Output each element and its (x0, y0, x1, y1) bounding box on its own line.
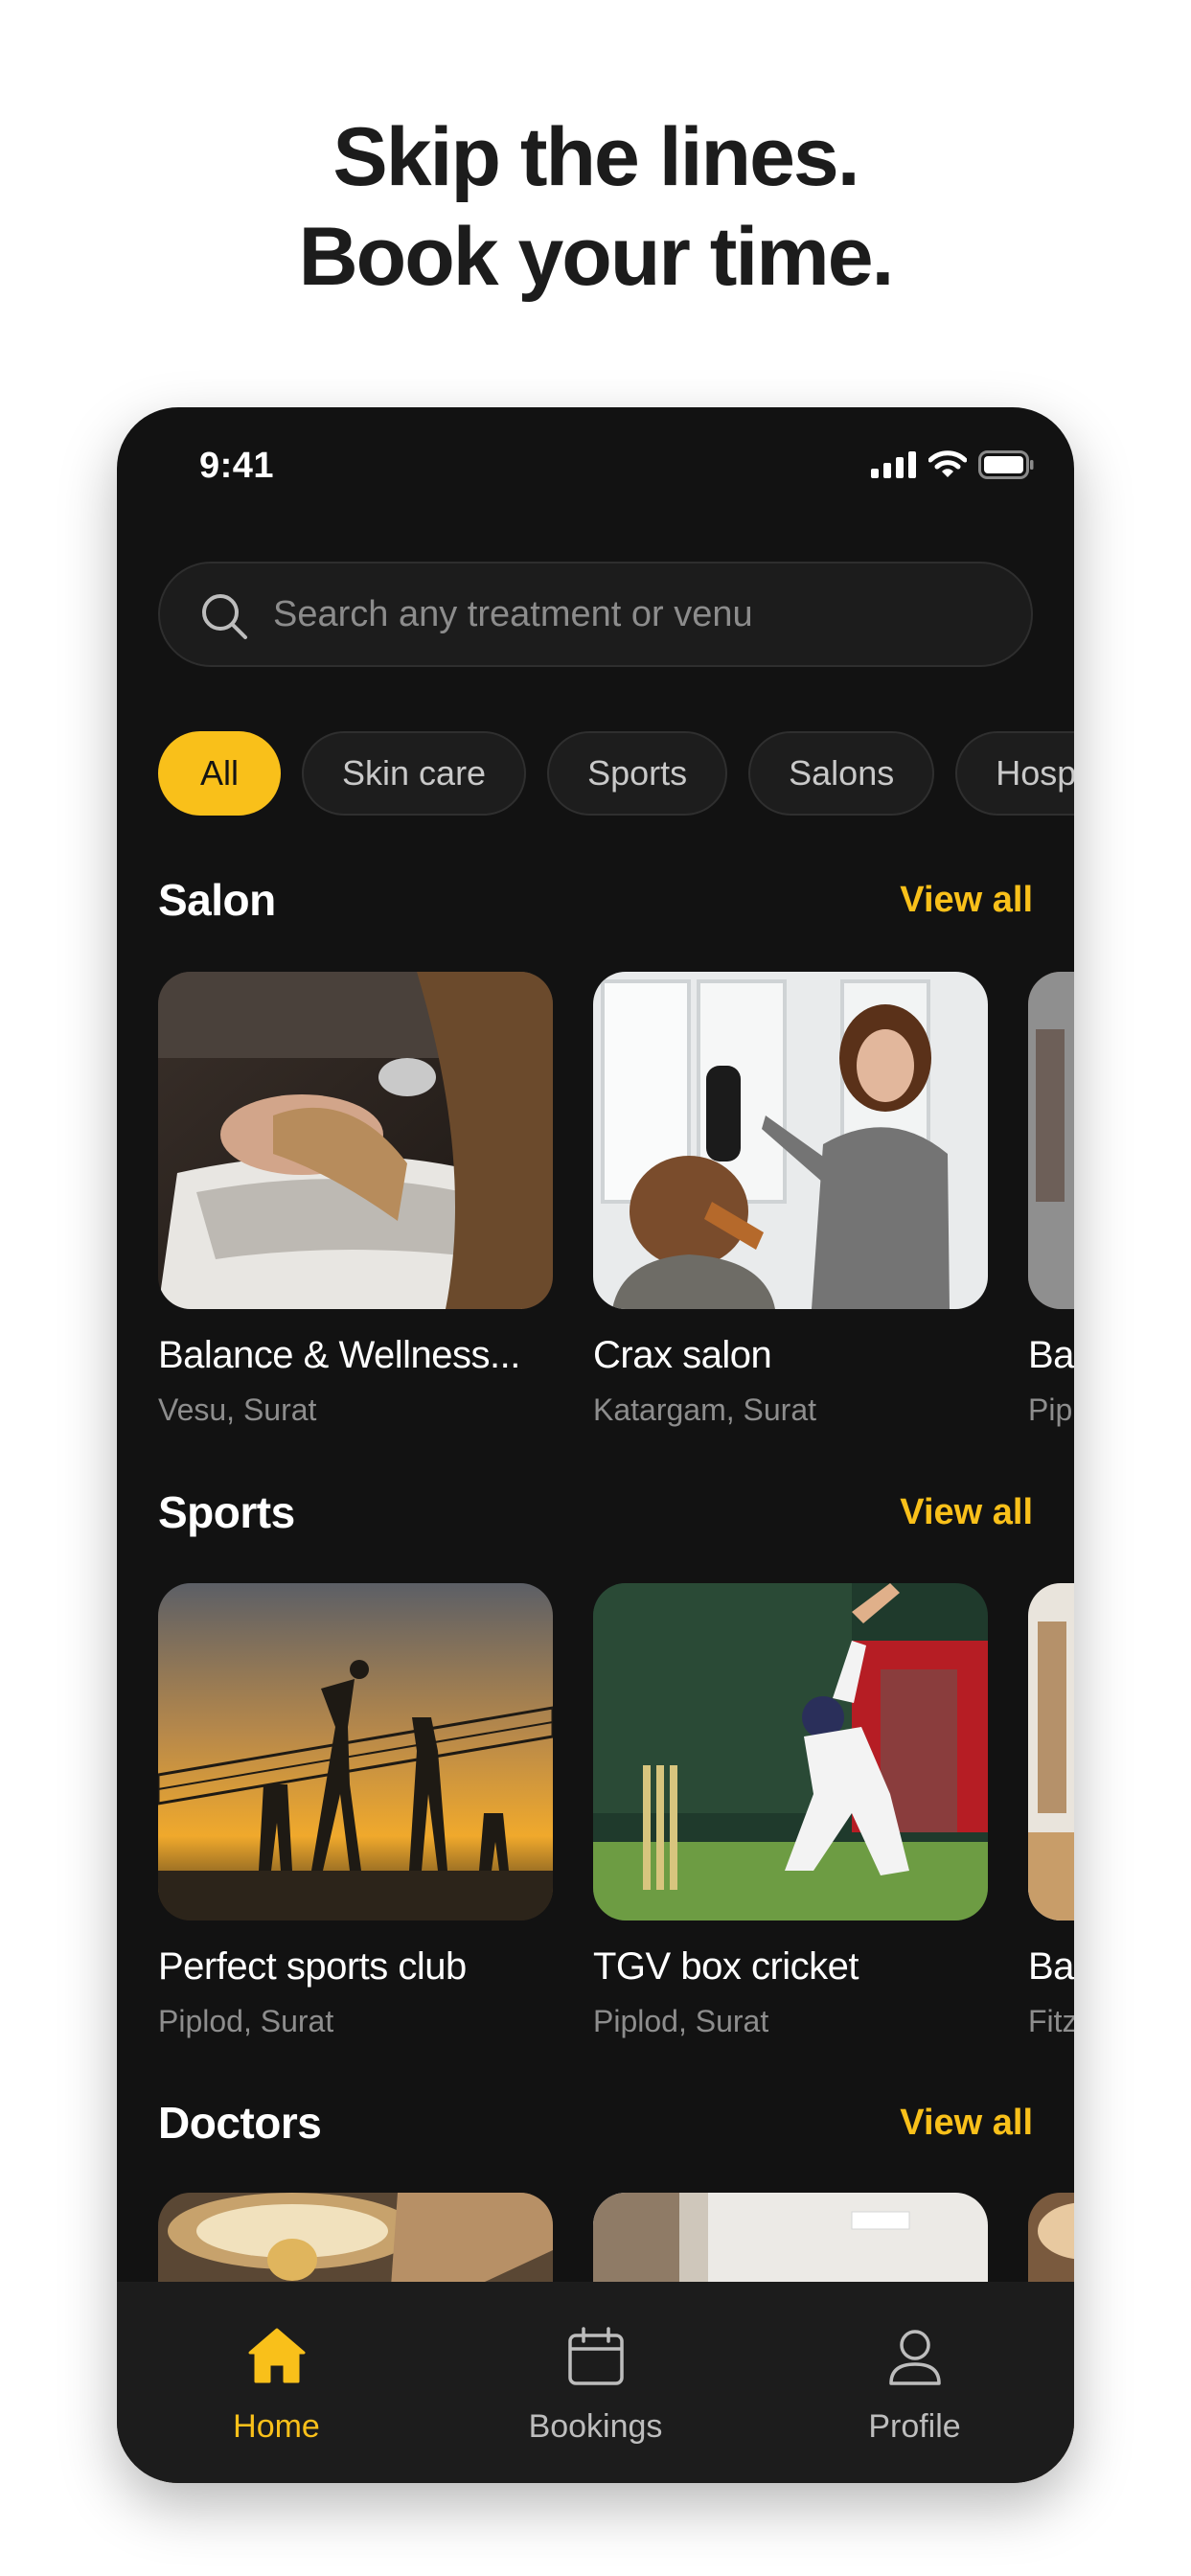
headline-line-2: Book your time. (298, 211, 895, 303)
view-all-sports-link[interactable]: View all (900, 1492, 1033, 1533)
status-time: 9:41 (199, 446, 275, 486)
venue-image (1028, 972, 1074, 1309)
chip-salons[interactable]: Salons (748, 731, 935, 816)
venue-card[interactable]: Balance & Wellness... Vesu, Surat (158, 972, 553, 1428)
calendar-icon (567, 2327, 624, 2385)
wifi-icon (928, 450, 967, 477)
search-icon (202, 594, 247, 639)
view-all-salon-link[interactable]: View all (900, 880, 1033, 921)
phone-screen: 9:41 All Skin care Sports Salons (117, 407, 1074, 2483)
venue-image (158, 1583, 553, 1920)
venue-card[interactable]: Crax salon Katargam, Surat (593, 972, 988, 1428)
tab-bookings-label: Bookings (528, 2408, 663, 2445)
section-title-sports: Sports (158, 1487, 295, 1537)
tab-bookings[interactable]: Bookings (436, 2282, 755, 2483)
search-input[interactable] (273, 564, 1001, 665)
venue-location: Fitz (1028, 2004, 1074, 2038)
venue-name: Perfect sports club (158, 1945, 467, 1988)
venue-name: TGV box cricket (593, 1945, 859, 1988)
venue-name: Bal (1028, 1945, 1074, 1988)
venue-location: Piplod, Surat (593, 2004, 769, 2038)
venue-location: Katargam, Surat (593, 1392, 816, 1427)
venue-image (158, 972, 553, 1309)
chip-sports[interactable]: Sports (547, 731, 728, 816)
section-title-salon: Salon (158, 875, 276, 925)
venue-card[interactable]: TGV box cricket Piplod, Surat (593, 1583, 988, 2039)
battery-icon (978, 450, 1034, 479)
category-chips: All Skin care Sports Salons Hosp (158, 731, 1074, 816)
venue-location: Piplod, Surat (158, 2004, 334, 2038)
venue-image (593, 1583, 988, 1920)
venue-image (1028, 1583, 1074, 1920)
home-icon (248, 2328, 305, 2383)
tab-profile[interactable]: Profile (755, 2282, 1074, 2483)
cellular-signal-icon (871, 451, 916, 478)
venue-location: Pip (1028, 1392, 1073, 1427)
headline: Skip the lines. Book your time. (0, 107, 1191, 307)
chip-hospital[interactable]: Hosp (955, 731, 1074, 816)
venue-card[interactable]: Bal Pip (1028, 972, 1074, 1428)
tab-home[interactable]: Home (117, 2282, 436, 2483)
bottom-tab-bar: Home Bookings Profile (117, 2282, 1074, 2483)
venue-name: Crax salon (593, 1334, 772, 1376)
headline-line-1: Skip the lines. (332, 111, 859, 203)
tab-profile-label: Profile (868, 2408, 961, 2445)
status-icons (871, 449, 1034, 480)
tab-home-label: Home (233, 2408, 320, 2445)
venue-name: Bal (1028, 1334, 1074, 1376)
venue-location: Vesu, Surat (158, 1392, 317, 1427)
venue-name: Balance & Wellness... (158, 1334, 520, 1376)
venue-card[interactable]: Perfect sports club Piplod, Surat (158, 1583, 553, 2039)
user-icon (888, 2330, 941, 2385)
chip-all[interactable]: All (158, 731, 282, 816)
chip-skin-care[interactable]: Skin care (302, 731, 527, 816)
venue-card[interactable]: Bal Fitz (1028, 1583, 1074, 2039)
venue-image (593, 972, 988, 1309)
section-title-doctors: Doctors (158, 2098, 322, 2148)
view-all-doctors-link[interactable]: View all (900, 2103, 1033, 2144)
search-bar[interactable] (158, 562, 1033, 667)
